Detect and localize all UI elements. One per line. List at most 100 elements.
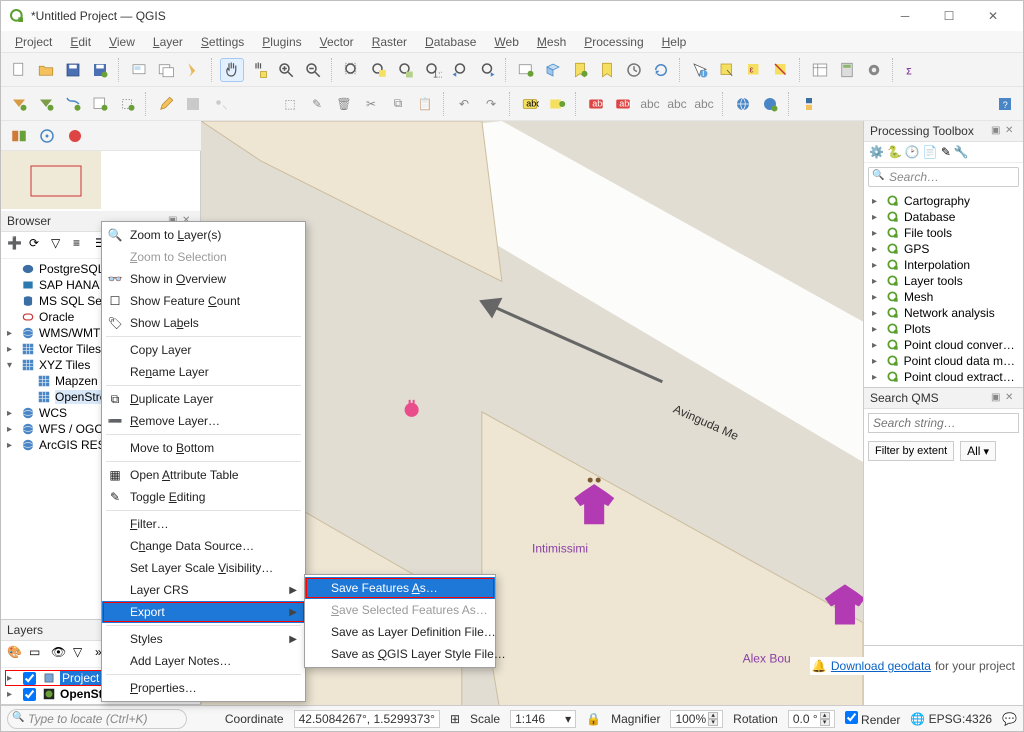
add-feature-button[interactable]: [208, 92, 232, 116]
coordinate-field[interactable]: 42.5084267°, 1.5299373°: [294, 710, 440, 728]
lock-scale-icon[interactable]: 🔒: [586, 712, 601, 726]
panel-float-icon[interactable]: ▣: [991, 392, 1003, 404]
new-spatialite-button[interactable]: [88, 92, 112, 116]
refresh-icon[interactable]: ⟳: [29, 236, 47, 254]
processing-group[interactable]: ▸GPS: [868, 241, 1019, 257]
render-checkbox[interactable]: Render: [845, 711, 901, 727]
processing-options-icon[interactable]: 🔧: [954, 145, 969, 159]
highlight-label-button[interactable]: abc: [584, 92, 608, 116]
vertex-tool-button[interactable]: ⬚: [278, 92, 302, 116]
qms-search-input[interactable]: [868, 413, 1019, 433]
processing-group[interactable]: ▸Point cloud data m…: [868, 353, 1019, 369]
zoom-out-button[interactable]: [301, 58, 325, 82]
ctx-properties-[interactable]: Properties…: [102, 677, 305, 699]
processing-group[interactable]: ▸File tools: [868, 225, 1019, 241]
ctx-change-data-source-[interactable]: Change Data Source…: [102, 535, 305, 557]
move-label-button[interactable]: abc: [665, 92, 689, 116]
undo-button[interactable]: ↶: [452, 92, 476, 116]
export-save-selected-features-as-[interactable]: Save Selected Features As…: [305, 599, 495, 621]
help-button[interactable]: ?: [993, 92, 1017, 116]
zoom-to-layer-button[interactable]: [394, 58, 418, 82]
processing-group[interactable]: ▸Database: [868, 209, 1019, 225]
new-project-button[interactable]: [7, 58, 31, 82]
processing-tree[interactable]: ▸Cartography▸Database▸File tools▸GPS▸Int…: [864, 191, 1023, 387]
ctx-open-attribute-table[interactable]: ▦Open Attribute Table: [102, 464, 305, 486]
processing-group[interactable]: ▸Cartography: [868, 193, 1019, 209]
delete-button[interactable]: 🗑: [332, 92, 356, 116]
menu-plugins[interactable]: Plugins: [254, 33, 309, 51]
export-save-as-qgis-layer-style-file-[interactable]: Save as QGIS Layer Style File…: [305, 643, 495, 665]
layer-style-icon[interactable]: 🎨: [7, 645, 25, 663]
crs-button[interactable]: 🌐 EPSG:4326: [910, 712, 992, 726]
processing-group[interactable]: ▸Interpolation: [868, 257, 1019, 273]
data-source-manager-button[interactable]: [7, 124, 31, 148]
export-save-as-layer-definition-file-[interactable]: Save as Layer Definition File…: [305, 621, 495, 643]
processing-search-input[interactable]: Search…: [868, 167, 1019, 187]
qms-filter-all-button[interactable]: All ▾: [960, 441, 996, 461]
processing-results-icon[interactable]: 📄: [923, 145, 938, 159]
menu-project[interactable]: Project: [7, 33, 60, 51]
toggle-editing-button[interactable]: [154, 92, 178, 116]
ctx-set-layer-scale-visibility-[interactable]: Set Layer Scale Visibility…: [102, 557, 305, 579]
copy-button[interactable]: ⧉: [386, 92, 410, 116]
new-3d-view-button[interactable]: [541, 58, 565, 82]
menu-view[interactable]: View: [101, 33, 143, 51]
menu-database[interactable]: Database: [417, 33, 484, 51]
ctx-duplicate-layer[interactable]: ⧉Duplicate Layer: [102, 388, 305, 410]
filter-icon[interactable]: ▽: [51, 236, 69, 254]
processing-group[interactable]: ▸Network analysis: [868, 305, 1019, 321]
modify-button[interactable]: ✎: [305, 92, 329, 116]
menu-web[interactable]: Web: [486, 33, 526, 51]
style-manager-button[interactable]: [181, 58, 205, 82]
open-attribute-table-button[interactable]: [808, 58, 832, 82]
processing-group[interactable]: ▸Mesh: [868, 289, 1019, 305]
qms-filter-extent-button[interactable]: Filter by extent: [868, 441, 954, 461]
layer-add-group-icon[interactable]: ▭: [29, 645, 47, 663]
menu-vector[interactable]: Vector: [312, 33, 362, 51]
ctx-zoom-to-layer-s-[interactable]: 🔍Zoom to Layer(s): [102, 224, 305, 246]
processing-history-icon[interactable]: 🕑: [905, 145, 920, 159]
new-bookmark-button[interactable]: [568, 58, 592, 82]
refresh-button[interactable]: [649, 58, 673, 82]
new-geopackage-button[interactable]: [34, 92, 58, 116]
ctx-rename-layer[interactable]: Rename Layer: [102, 361, 305, 383]
magnifier-field[interactable]: 100%▴▾: [670, 710, 723, 728]
field-calculator-button[interactable]: [835, 58, 859, 82]
maximize-button[interactable]: ☐: [927, 2, 971, 30]
messages-icon[interactable]: 💬: [1002, 712, 1017, 726]
save-project-as-button[interactable]: [88, 58, 112, 82]
qms-search-button[interactable]: [731, 92, 755, 116]
zoom-native-button[interactable]: 1:1: [421, 58, 445, 82]
minimize-button[interactable]: ─: [883, 2, 927, 30]
rotate-label-button[interactable]: abc: [692, 92, 716, 116]
ctx-show-feature-count[interactable]: ☐Show Feature Count: [102, 290, 305, 312]
deselect-button[interactable]: [769, 58, 793, 82]
processing-group[interactable]: ▸Layer tools: [868, 273, 1019, 289]
export-save-features-as-[interactable]: Save Features As…: [305, 577, 495, 599]
menu-layer[interactable]: Layer: [145, 33, 191, 51]
map-tips-button[interactable]: [63, 124, 87, 148]
ctx-move-to-bottom[interactable]: Move to Bottom: [102, 437, 305, 459]
new-map-view-button[interactable]: [514, 58, 538, 82]
temporal-button[interactable]: [622, 58, 646, 82]
ctx-zoom-to-selection[interactable]: Zoom to Selection: [102, 246, 305, 268]
ctx-styles[interactable]: Styles▶: [102, 628, 305, 650]
select-features-button[interactable]: [715, 58, 739, 82]
label-button[interactable]: abc: [518, 92, 542, 116]
zoom-full-button[interactable]: [340, 58, 364, 82]
show-bookmarks-button[interactable]: [595, 58, 619, 82]
paste-button[interactable]: 📋: [413, 92, 437, 116]
new-virtual-layer-button[interactable]: [115, 92, 139, 116]
add-layer-icon[interactable]: ➕: [7, 236, 25, 254]
processing-model-icon[interactable]: ✎: [941, 145, 951, 159]
ctx-show-labels[interactable]: 🏷Show Labels: [102, 312, 305, 334]
ctx-toggle-editing[interactable]: ✎Toggle Editing: [102, 486, 305, 508]
pin-label-button[interactable]: abc: [611, 92, 635, 116]
ctx-show-in-overview[interactable]: 👓Show in Overview: [102, 268, 305, 290]
pan-to-selection-button[interactable]: [247, 58, 271, 82]
layer-filter-icon[interactable]: ▽: [73, 645, 91, 663]
extents-icon[interactable]: ⊞: [450, 712, 460, 726]
zoom-last-button[interactable]: [448, 58, 472, 82]
pan-button[interactable]: [220, 58, 244, 82]
show-labels-button[interactable]: abc: [638, 92, 662, 116]
